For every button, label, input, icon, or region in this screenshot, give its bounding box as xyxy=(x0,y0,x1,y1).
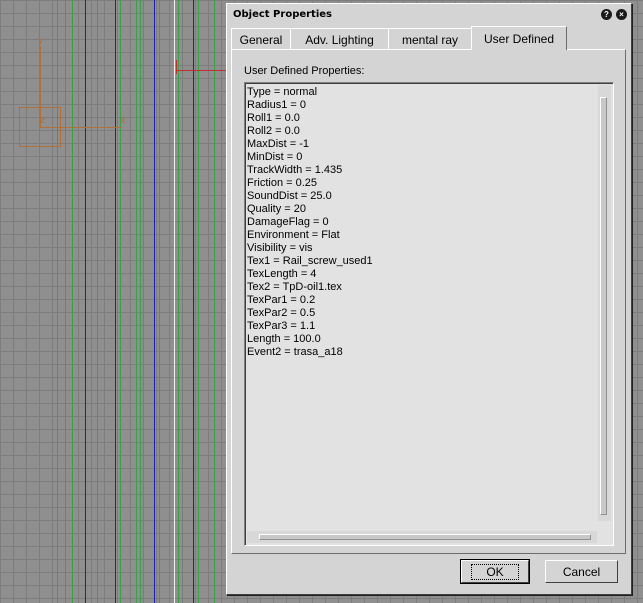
property-line: Environment = Flat xyxy=(247,229,340,241)
spline-line xyxy=(85,0,86,603)
properties-text: Type = normal Radius1 = 0 Roll1 = 0.0 Roll2… xyxy=(247,86,373,359)
spline-line xyxy=(136,0,137,603)
tab-general[interactable]: General xyxy=(231,28,291,50)
cancel-button[interactable]: Cancel xyxy=(545,560,618,583)
spline-line xyxy=(154,0,155,603)
property-line: Quality = 20 xyxy=(247,203,307,215)
property-line: TexPar2 = 0.5 xyxy=(247,307,316,319)
property-line: MaxDist = -1 xyxy=(247,138,310,150)
dialog-title: Object Properties xyxy=(233,9,333,20)
property-line: DamageFlag = 0 xyxy=(247,216,329,228)
user-defined-panel: User Defined Properties: Type = normal Ra… xyxy=(231,49,626,554)
property-line: Tex1 = Rail_screw_used1 xyxy=(247,255,373,267)
gizmo-z-label: z xyxy=(40,116,45,126)
property-line: Tex2 = TpD-oil1.tex xyxy=(247,281,342,293)
property-line: TexPar3 = 1.1 xyxy=(247,320,316,332)
spline-line xyxy=(174,0,175,603)
help-button[interactable]: ? xyxy=(601,9,612,20)
property-line: TexPar1 = 0.2 xyxy=(247,294,316,306)
selection-marker xyxy=(176,60,177,74)
user-defined-properties-label: User Defined Properties: xyxy=(244,65,365,77)
tab-user-defined[interactable]: User Defined xyxy=(471,26,567,50)
spline-line xyxy=(57,0,58,603)
property-line: MinDist = 0 xyxy=(247,151,303,163)
vertical-scroll-thumb[interactable] xyxy=(600,97,607,515)
spline-line xyxy=(65,0,66,603)
gizmo-x-label: x xyxy=(120,116,126,126)
spline-line xyxy=(178,0,179,603)
property-line: Event2 = trasa_a18 xyxy=(247,346,343,358)
spline-line xyxy=(214,0,215,603)
spline-line xyxy=(97,0,98,603)
property-line: Type = normal xyxy=(247,86,318,98)
spline-line xyxy=(193,0,194,603)
vertical-scrollbar[interactable] xyxy=(598,85,611,521)
gizmo-y-label: y xyxy=(38,36,44,46)
spline-line xyxy=(72,0,73,603)
property-line: Roll2 = 0.0 xyxy=(247,125,300,137)
spline-line xyxy=(120,0,121,603)
property-line: Roll1 = 0.0 xyxy=(247,112,300,124)
close-button[interactable]: × xyxy=(616,9,627,20)
selection-marker xyxy=(176,70,226,71)
dialog-titlebar[interactable]: Object Properties ? × xyxy=(227,4,631,25)
gizmo-plane-box xyxy=(19,107,61,147)
user-defined-properties-textarea[interactable]: Type = normal Radius1 = 0 Roll1 = 0.0 Roll2… xyxy=(244,82,614,546)
tab-bar: General Adv. Lighting mental ray User De… xyxy=(231,26,567,50)
property-line: TexLength = 4 xyxy=(247,268,317,280)
spline-line xyxy=(115,0,116,603)
property-line: TrackWidth = 1.435 xyxy=(247,164,343,176)
object-properties-dialog: Object Properties ? × General Adv. Light… xyxy=(226,3,632,595)
property-line: Length = 100.0 xyxy=(247,333,321,345)
tab-mental-ray[interactable]: mental ray xyxy=(388,28,472,50)
horizontal-scroll-thumb[interactable] xyxy=(259,534,591,540)
ok-button[interactable]: OK xyxy=(460,559,530,584)
ok-button-label: OK xyxy=(471,563,519,580)
horizontal-scrollbar[interactable] xyxy=(247,531,597,543)
property-line: Friction = 0.25 xyxy=(247,177,318,189)
property-line: SoundDist = 25.0 xyxy=(247,190,332,202)
property-line: Radius1 = 0 xyxy=(247,99,307,111)
property-line: Visibility = vis xyxy=(247,242,313,254)
spline-line xyxy=(159,0,160,603)
tab-adv-lighting[interactable]: Adv. Lighting xyxy=(290,28,389,50)
spline-line xyxy=(140,0,141,603)
spline-line xyxy=(198,0,199,603)
